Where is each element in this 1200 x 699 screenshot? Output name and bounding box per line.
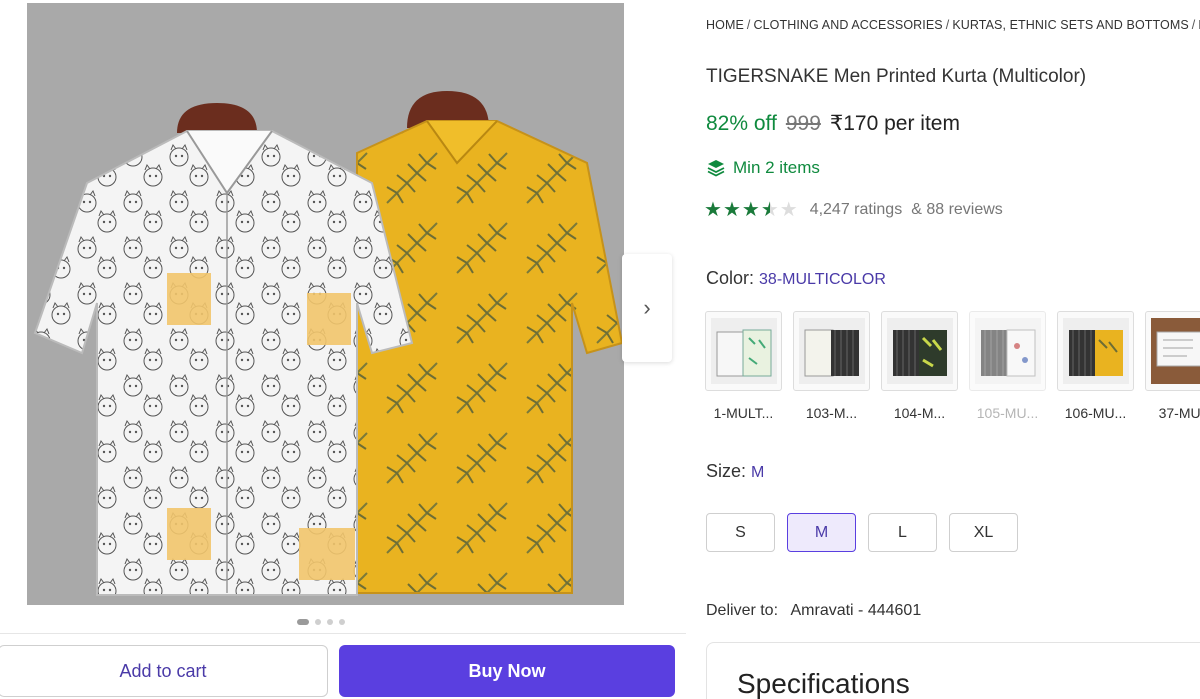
swatch-label: 1-MULT... <box>713 405 774 421</box>
divider <box>0 633 686 634</box>
rating-row: ★ ★ ★ ★ ★ 4,247 ratings & 88 reviews <box>704 200 1003 220</box>
specifications-heading: Specifications <box>737 668 910 699</box>
selected-size: M <box>751 464 765 481</box>
size-label: Size: <box>706 461 747 481</box>
star-icon: ★ <box>704 199 722 221</box>
swatch-label: 37-MUL <box>1158 405 1200 421</box>
reviews-count[interactable]: & 88 reviews <box>911 201 1003 219</box>
breadcrumb-item[interactable]: CLOTHING AND ACCESSORIES <box>753 18 942 32</box>
color-swatch[interactable]: 1-MULT... <box>705 311 782 421</box>
image-pagination <box>297 619 345 625</box>
color-swatches: 1-MULT... 103-M... 104-M... 105-MU... 10… <box>705 311 1200 421</box>
swatch-thumbnail <box>969 311 1046 391</box>
product-photo <box>27 3 624 605</box>
min-items-label: Min 2 items <box>733 158 820 177</box>
color-label: Color: <box>706 268 755 288</box>
breadcrumb-separator: / <box>945 18 950 32</box>
color-swatch[interactable]: 37-MUL <box>1145 311 1200 421</box>
product-image[interactable] <box>27 3 624 605</box>
pagination-dot[interactable] <box>315 619 321 625</box>
breadcrumb-item[interactable]: HOME <box>706 18 744 32</box>
selling-price: ₹170 per item <box>829 112 960 135</box>
selected-color: 38-MULTICOLOR <box>759 271 886 288</box>
star-icon: ★ <box>722 199 741 221</box>
next-image-button[interactable]: › <box>622 254 672 362</box>
swatch-thumbnail <box>793 311 870 391</box>
breadcrumb-item[interactable]: KURTAS, ETHNIC SETS AND BOTTOMS <box>952 18 1188 32</box>
breadcrumb-separator: / <box>1191 18 1196 32</box>
swatch-thumbnail <box>705 311 782 391</box>
add-to-cart-button[interactable]: Add to cart <box>0 645 328 697</box>
discount-percent: 82% off <box>706 112 777 135</box>
delivery-location: Amravati - 444601 <box>790 602 922 619</box>
layers-icon <box>707 160 725 177</box>
price-row: 82% off 999 ₹170 per item <box>706 111 960 136</box>
delivery-info[interactable]: Deliver to: Amravati - 444601 <box>706 602 921 620</box>
color-swatch[interactable]: 106-MU... <box>1057 311 1134 421</box>
original-price: 999 <box>785 112 821 135</box>
breadcrumb: HOME / CLOTHING AND ACCESSORIES / KURTAS, ET… <box>706 18 1200 32</box>
pagination-dot[interactable] <box>339 619 345 625</box>
star-half-icon: ★ <box>760 199 779 221</box>
star-icon: ★ <box>741 199 760 221</box>
color-swatch[interactable]: 104-M... <box>881 311 958 421</box>
pagination-dot[interactable] <box>327 619 333 625</box>
size-heading: Size: M <box>706 461 764 482</box>
chevron-right-icon: › <box>643 295 651 320</box>
pagination-dot[interactable] <box>297 619 309 625</box>
rating-stars: ★ ★ ★ ★ ★ <box>704 200 798 220</box>
swatch-thumbnail <box>881 311 958 391</box>
ratings-count[interactable]: 4,247 ratings <box>810 201 903 219</box>
buy-now-button[interactable]: Buy Now <box>339 645 675 697</box>
size-options: S M L XL <box>706 513 1018 552</box>
product-title: TIGERSNAKE Men Printed Kurta (Multicolor… <box>706 66 1087 87</box>
size-option-m[interactable]: M <box>787 513 856 552</box>
color-swatch[interactable]: 103-M... <box>793 311 870 421</box>
size-option-xl[interactable]: XL <box>949 513 1018 552</box>
deliver-label: Deliver to: <box>706 602 779 619</box>
swatch-thumbnail <box>1145 311 1200 391</box>
swatch-label: 103-M... <box>805 405 858 421</box>
star-empty-icon: ★ <box>779 199 798 221</box>
swatch-label: 105-MU... <box>976 405 1039 421</box>
size-option-s[interactable]: S <box>706 513 775 552</box>
color-swatch[interactable]: 105-MU... <box>969 311 1046 421</box>
size-option-l[interactable]: L <box>868 513 937 552</box>
color-heading: Color: 38-MULTICOLOR <box>706 268 886 289</box>
min-items-badge: Min 2 items <box>706 158 820 178</box>
swatch-label: 104-M... <box>893 405 946 421</box>
breadcrumb-separator: / <box>746 18 751 32</box>
swatch-thumbnail <box>1057 311 1134 391</box>
swatch-label: 106-MU... <box>1064 405 1127 421</box>
